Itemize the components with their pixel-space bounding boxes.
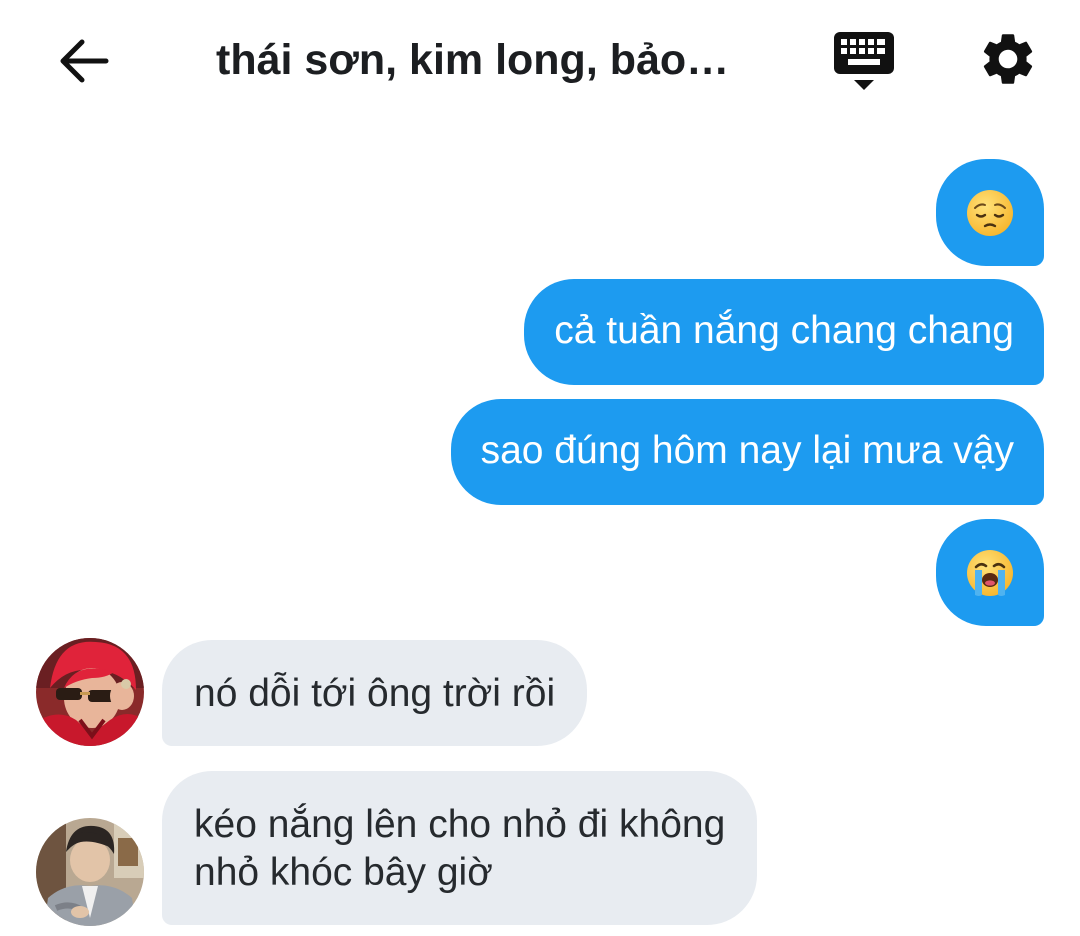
message-text: sao đúng hôm nay lại mưa vậy (480, 429, 1014, 472)
arrow-left-icon (60, 39, 109, 83)
message-text: cả tuần nắng chang chang (554, 309, 1014, 352)
loudly-crying-face-emoji-icon (967, 549, 1013, 596)
settings-button[interactable] (977, 28, 1039, 90)
message-bubble-outgoing[interactable] (936, 159, 1044, 266)
keyboard-icon (834, 32, 894, 90)
message-bubble-outgoing[interactable]: sao đúng hôm nay lại mưa vậy (450, 399, 1044, 505)
message-bubble-incoming[interactable]: nó dỗi tới ông trời rồi (162, 640, 588, 746)
conversation-title[interactable]: thái sơn, kim long, bảo… (216, 34, 776, 86)
gear-icon (983, 34, 1033, 84)
message-bubble-outgoing[interactable] (936, 519, 1044, 626)
message-text-line: nhỏ khóc bây giờ (194, 851, 493, 894)
message-bubble-outgoing[interactable]: cả tuần nắng chang chang (524, 279, 1044, 385)
chat-screen: thái sơn, kim long, bảo… cả tuần nắng ch… (0, 0, 1080, 936)
keyboard-button[interactable] (832, 30, 896, 94)
message-bubble-incoming[interactable]: kéo nắng lên cho nhỏ đi không nhỏ khóc b… (162, 771, 758, 925)
avatar-grey-cardigan (36, 818, 144, 926)
avatar[interactable] (36, 638, 144, 746)
avatar-red-hair-sunglasses (36, 638, 144, 746)
message-text: nó dỗi tới ông trời rồi (194, 672, 556, 715)
avatar[interactable] (36, 818, 144, 926)
message-text-line: kéo nắng lên cho nhỏ đi không (194, 803, 726, 846)
pensive-face-emoji-icon (967, 189, 1013, 236)
back-button[interactable] (56, 33, 112, 89)
